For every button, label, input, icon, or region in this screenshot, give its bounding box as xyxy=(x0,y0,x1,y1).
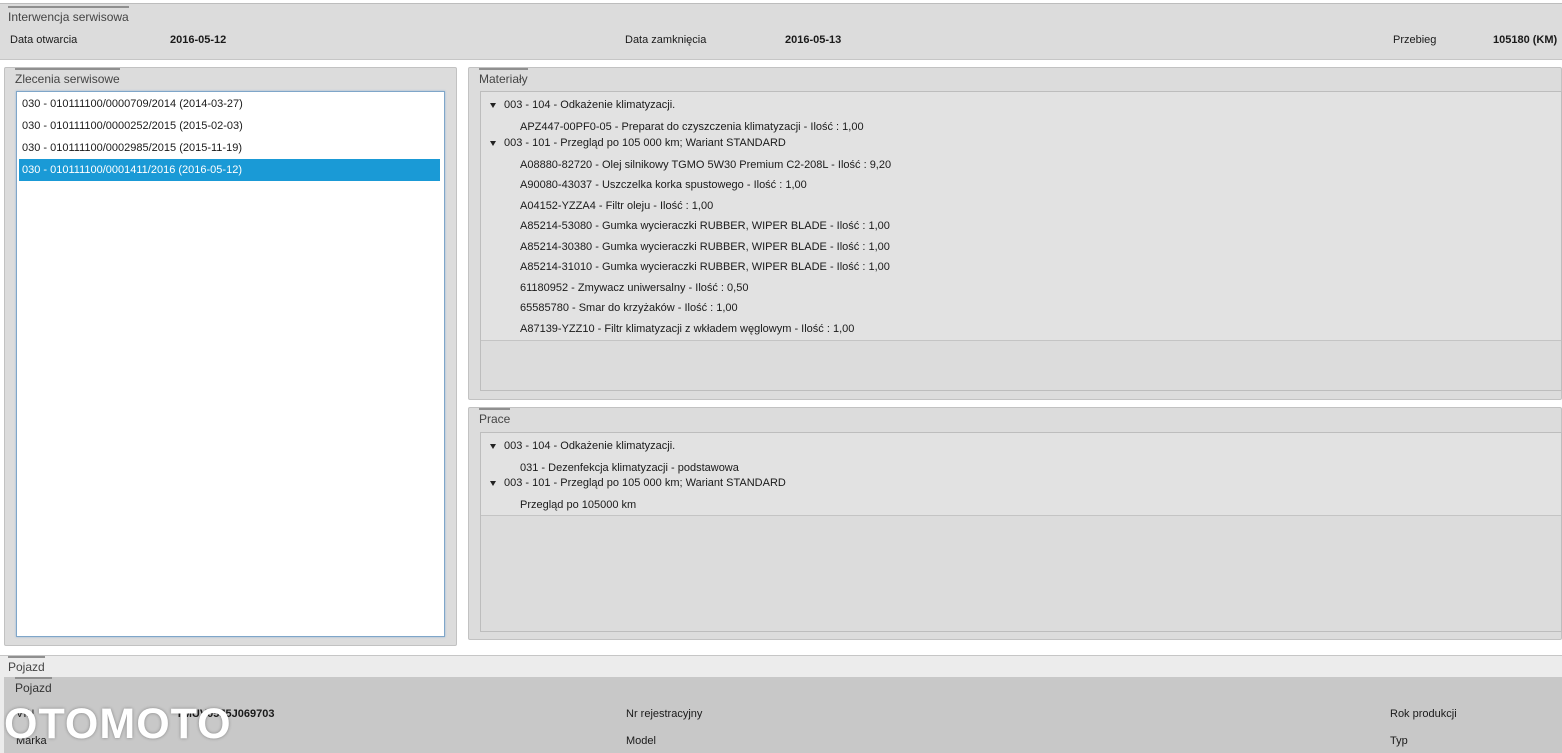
materials-group-label[interactable]: 003 - 104 - Odkażenie klimatyzacji. xyxy=(504,99,675,111)
vehicle-panel: Pojazd VIN TMUV05J5J069703 Nr rejestracy… xyxy=(4,677,1562,753)
registration-label: Nr rejestracyjny xyxy=(626,708,703,720)
material-item: 65585780 - Smar do krzyżaków - Ilość : 1… xyxy=(520,302,738,314)
service-header: Interwencja serwisowa Data otwarcia 2016… xyxy=(0,4,1562,60)
works-tree: 003 - 104 - Odkażenie klimatyzacji. 031 … xyxy=(480,432,1562,632)
work-item: Przegląd po 105000 km xyxy=(520,499,637,511)
model-label: Model xyxy=(626,735,656,747)
material-item: APZ447-00PF0-05 - Preparat do czyszczeni… xyxy=(520,121,864,133)
works-group-label[interactable]: 003 - 101 - Przegląd po 105 000 km; Wari… xyxy=(504,477,786,489)
service-order-item[interactable]: 030 - 010111100/0000252/2015 (2015-02-03… xyxy=(19,115,440,137)
service-orders-title: Zlecenia serwisowe xyxy=(15,68,120,86)
material-item: 61180952 - Zmywacz uniwersalny - Ilość :… xyxy=(520,282,749,294)
caret-down-icon[interactable] xyxy=(490,481,496,486)
production-year-label: Rok produkcji xyxy=(1390,708,1457,720)
works-tree-content: 003 - 104 - Odkażenie klimatyzacji. 031 … xyxy=(481,433,1561,516)
materials-title: Materiały xyxy=(479,68,528,86)
material-item: A85214-30380 - Gumka wycieraczki RUBBER,… xyxy=(520,241,890,253)
material-item: A04152-YZZA4 - Filtr oleju - Ilość : 1,0… xyxy=(520,200,714,212)
open-date-value: 2016-05-12 xyxy=(170,34,227,46)
vehicle-section-title: Pojazd xyxy=(8,656,45,674)
close-date-label: Data zamknięcia xyxy=(625,34,707,46)
materials-tree: 003 - 104 - Odkażenie klimatyzacji. APZ4… xyxy=(480,91,1562,391)
service-section-title: Interwencja serwisowa xyxy=(8,6,129,24)
material-item: A85214-31010 - Gumka wycieraczki RUBBER,… xyxy=(520,261,890,273)
mileage-label: Przebieg xyxy=(1393,34,1437,46)
otomoto-watermark: OTOMOTO xyxy=(4,700,232,748)
material-item: A90080-43037 - Uszczelka korka spustoweg… xyxy=(520,179,807,191)
material-item: A08880-82720 - Olej silnikowy TGMO 5W30 … xyxy=(520,159,892,171)
materials-group-label[interactable]: 003 - 101 - Przegląd po 105 000 km; Wari… xyxy=(504,137,786,149)
work-item: 031 - Dezenfekcja klimatyzacji - podstaw… xyxy=(520,462,739,474)
service-orders-list[interactable]: 030 - 010111100/0000709/2014 (2014-03-27… xyxy=(16,91,445,637)
caret-down-icon[interactable] xyxy=(490,444,496,449)
material-item: A85214-53080 - Gumka wycieraczki RUBBER,… xyxy=(520,220,890,232)
material-item: A87139-YZZ10 - Filtr klimatyzacji z wkła… xyxy=(520,323,855,335)
works-title: Prace xyxy=(479,408,511,426)
service-order-item-selected[interactable]: 030 - 010111100/0001411/2016 (2016-05-12… xyxy=(19,159,440,181)
materials-tree-content: 003 - 104 - Odkażenie klimatyzacji. APZ4… xyxy=(481,92,1561,341)
service-order-item[interactable]: 030 - 010111100/0000709/2014 (2014-03-27… xyxy=(19,93,440,115)
mileage-value: 105180 (KM) xyxy=(1493,34,1558,46)
type-label: Typ xyxy=(1390,735,1408,747)
service-order-item[interactable]: 030 - 010111100/0002985/2015 (2015-11-19… xyxy=(19,137,440,159)
open-date-label: Data otwarcia xyxy=(10,34,78,46)
caret-down-icon[interactable] xyxy=(490,103,496,108)
close-date-value: 2016-05-13 xyxy=(785,34,842,46)
caret-down-icon[interactable] xyxy=(490,141,496,146)
vehicle-panel-title: Pojazd xyxy=(15,677,52,695)
works-group-label[interactable]: 003 - 104 - Odkażenie klimatyzacji. xyxy=(504,440,675,452)
